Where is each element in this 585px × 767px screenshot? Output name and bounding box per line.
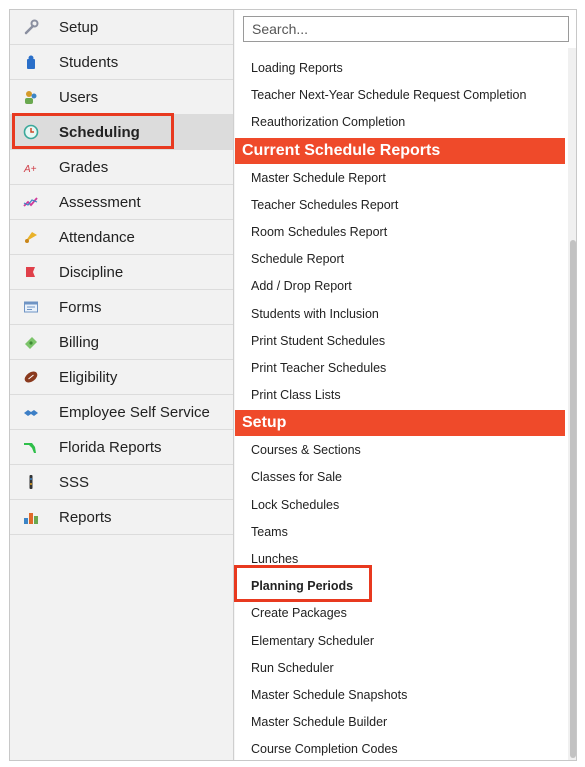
sidebar-item-label: Billing [59, 333, 100, 351]
grades-icon: A+ [23, 159, 39, 175]
menu-item-master-schedule-report[interactable]: Master Schedule Report [235, 165, 565, 192]
menu-item-planning-periods[interactable]: Planning Periods [235, 573, 565, 600]
sidebar-item-label: Florida Reports [59, 438, 162, 456]
menu-item-room-schedules-report[interactable]: Room Schedules Report [235, 219, 565, 246]
sidebar-item-users[interactable]: Users [10, 80, 233, 115]
submenu-panel: Loading Reports Teacher Next-Year Schedu… [235, 10, 576, 760]
sidebar-item-label: Employee Self Service [59, 403, 210, 421]
attendance-icon [23, 229, 39, 245]
sidebar-item-label: Reports [59, 508, 112, 526]
sidebar-item-label: Eligibility [59, 368, 118, 386]
florida-icon [23, 439, 39, 455]
menu-item-students-with-inclusion[interactable]: Students with Inclusion [235, 301, 565, 328]
sidebar-item-forms[interactable]: Forms [10, 290, 233, 325]
menu-item-teacher-schedules-report[interactable]: Teacher Schedules Report [235, 192, 565, 219]
menu-item-schedule-report[interactable]: Schedule Report [235, 246, 565, 273]
sidebar-item-employee-self-service[interactable]: Employee Self Service [10, 395, 233, 430]
menu-item-master-schedule-snapshots[interactable]: Master Schedule Snapshots [235, 682, 565, 709]
handshake-icon [23, 404, 39, 420]
sidebar-item-label: Users [59, 88, 99, 106]
menu-item-add-drop-report[interactable]: Add / Drop Report [235, 273, 565, 300]
sidebar-item-grades[interactable]: A+ Grades [10, 150, 233, 185]
scrollbar-thumb[interactable] [570, 240, 576, 758]
sidebar-item-label: Attendance [59, 228, 135, 246]
menu-item-lock-schedules[interactable]: Lock Schedules [235, 492, 565, 519]
menu-item-run-scheduler[interactable]: Run Scheduler [235, 655, 565, 682]
football-icon [23, 369, 39, 385]
sidebar-item-label: Forms [59, 298, 102, 316]
menu-item-lunches[interactable]: Lunches [235, 546, 565, 573]
sidebar-item-label: Students [59, 53, 119, 71]
forms-icon [23, 299, 39, 315]
student-icon [23, 54, 39, 70]
discipline-icon [23, 264, 39, 280]
menu-item-master-schedule-builder[interactable]: Master Schedule Builder [235, 709, 565, 736]
sidebar-nav: Setup Students Users Scheduling A+ Grade… [10, 10, 234, 760]
sidebar-item-florida-reports[interactable]: Florida Reports [10, 430, 233, 465]
sidebar-item-reports[interactable]: Reports [10, 500, 233, 535]
menu-item-loading-reports[interactable]: Loading Reports [235, 55, 565, 82]
sidebar-item-setup[interactable]: Setup [10, 10, 233, 45]
menu-item-create-packages[interactable]: Create Packages [235, 600, 565, 627]
sidebar-item-billing[interactable]: Billing [10, 325, 233, 360]
sidebar-item-label: Scheduling [59, 123, 140, 141]
menu-item-courses-sections[interactable]: Courses & Sections [235, 437, 565, 464]
search-input[interactable] [243, 16, 569, 42]
wrench-icon [23, 19, 39, 35]
sidebar-item-label: Setup [59, 18, 99, 36]
menu-item-print-student-schedules[interactable]: Print Student Schedules [235, 328, 565, 355]
sidebar-item-students[interactable]: Students [10, 45, 233, 80]
sidebar-item-discipline[interactable]: Discipline [10, 255, 233, 290]
users-icon [23, 89, 39, 105]
sidebar-item-label: SSS [59, 473, 90, 491]
clock-icon [23, 124, 39, 140]
sidebar-item-attendance[interactable]: Attendance [10, 220, 233, 255]
sidebar-item-sss[interactable]: SSS [10, 465, 233, 500]
billing-icon [23, 334, 39, 350]
sidebar-item-eligibility[interactable]: Eligibility [10, 360, 233, 395]
menu-item-elementary-scheduler[interactable]: Elementary Scheduler [235, 628, 565, 655]
assessment-icon [23, 194, 39, 210]
menu-item-print-teacher-schedules[interactable]: Print Teacher Schedules [235, 355, 565, 382]
app-frame: Setup Students Users Scheduling A+ Grade… [9, 9, 577, 761]
sidebar-item-label: Grades [59, 158, 109, 176]
section-header-setup: Setup [235, 410, 565, 437]
menu-item-course-completion-codes[interactable]: Course Completion Codes [235, 736, 565, 760]
menu-item-teacher-next-year-schedule-request-completion[interactable]: Teacher Next-Year Schedule Request Compl… [235, 82, 565, 109]
submenu-list: Loading Reports Teacher Next-Year Schedu… [235, 55, 565, 760]
sidebar-item-scheduling[interactable]: Scheduling [10, 115, 233, 150]
section-header-current-schedule-reports: Current Schedule Reports [235, 137, 565, 164]
submenu-scrollbar[interactable] [568, 48, 576, 760]
sidebar-item-assessment[interactable]: Assessment [10, 185, 233, 220]
sidebar-item-label: Assessment [59, 193, 141, 211]
bar-chart-icon [23, 509, 39, 525]
menu-item-print-class-lists[interactable]: Print Class Lists [235, 382, 565, 409]
sss-icon [23, 474, 39, 490]
sidebar-item-label: Discipline [59, 263, 124, 281]
menu-item-reauthorization-completion[interactable]: Reauthorization Completion [235, 109, 565, 136]
menu-item-teams[interactable]: Teams [235, 519, 565, 546]
menu-item-classes-for-sale[interactable]: Classes for Sale [235, 464, 565, 491]
svg-text:A+: A+ [23, 164, 37, 175]
